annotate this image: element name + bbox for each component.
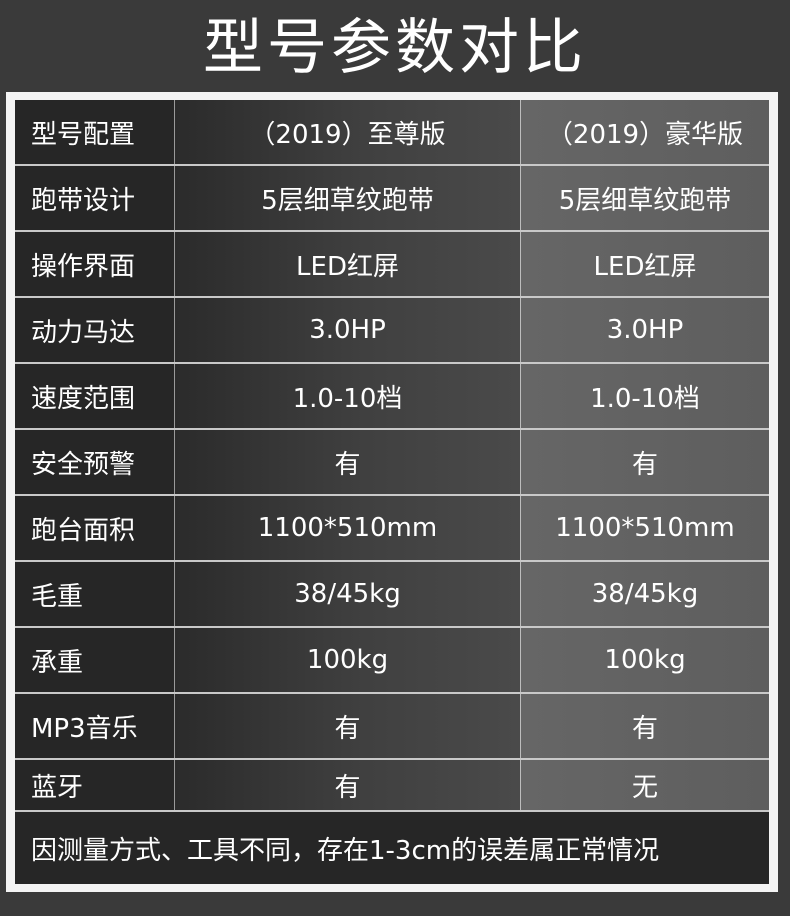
value-supreme: 1.0-10档 — [175, 364, 521, 428]
table-row-belt: 跑带设计 5层细草纹跑带 5层细草纹跑带 — [15, 166, 769, 230]
row-label: 跑带设计 — [15, 166, 175, 230]
row-label: 蓝牙 — [15, 760, 175, 810]
row-label: 毛重 — [15, 562, 175, 626]
comparison-frame: 型号配置 （2019）至尊版 （2019）豪华版 跑带设计 5层细草纹跑带 5层… — [6, 92, 778, 892]
row-label: 承重 — [15, 628, 175, 692]
table-row-interface: 操作界面 LED红屏 LED红屏 — [15, 232, 769, 296]
table-row-load: 承重 100kg 100kg — [15, 628, 769, 692]
table-row-model: 型号配置 （2019）至尊版 （2019）豪华版 — [15, 100, 769, 164]
table-row-motor: 动力马达 3.0HP 3.0HP — [15, 298, 769, 362]
row-label: 型号配置 — [15, 100, 175, 164]
value-deluxe: 100kg — [521, 628, 769, 692]
value-supreme: （2019）至尊版 — [175, 100, 521, 164]
value-deluxe: LED红屏 — [521, 232, 769, 296]
value-supreme: 1100*510mm — [175, 496, 521, 560]
row-label: MP3音乐 — [15, 694, 175, 758]
row-label: 操作界面 — [15, 232, 175, 296]
value-deluxe: 有 — [521, 694, 769, 758]
row-label: 跑台面积 — [15, 496, 175, 560]
table-row-area: 跑台面积 1100*510mm 1100*510mm — [15, 496, 769, 560]
table-row-mp3: MP3音乐 有 有 — [15, 694, 769, 758]
value-supreme: 有 — [175, 760, 521, 810]
value-supreme: 38/45kg — [175, 562, 521, 626]
comparison-table: 型号配置 （2019）至尊版 （2019）豪华版 跑带设计 5层细草纹跑带 5层… — [15, 100, 769, 884]
value-deluxe: 38/45kg — [521, 562, 769, 626]
table-row-weight: 毛重 38/45kg 38/45kg — [15, 562, 769, 626]
value-deluxe: 无 — [521, 760, 769, 810]
row-label: 安全预警 — [15, 430, 175, 494]
row-label: 速度范围 — [15, 364, 175, 428]
row-label: 动力马达 — [15, 298, 175, 362]
value-deluxe: 3.0HP — [521, 298, 769, 362]
table-row-speed: 速度范围 1.0-10档 1.0-10档 — [15, 364, 769, 428]
value-deluxe: 1.0-10档 — [521, 364, 769, 428]
value-deluxe: （2019）豪华版 — [521, 100, 769, 164]
measurement-note: 因测量方式、工具不同，存在1-3cm的误差属正常情况 — [15, 812, 769, 884]
value-deluxe: 1100*510mm — [521, 496, 769, 560]
value-supreme: 100kg — [175, 628, 521, 692]
table-row-bluetooth: 蓝牙 有 无 — [15, 760, 769, 810]
value-supreme: 有 — [175, 694, 521, 758]
value-supreme: 5层细草纹跑带 — [175, 166, 521, 230]
value-deluxe: 5层细草纹跑带 — [521, 166, 769, 230]
table-row-safety: 安全预警 有 有 — [15, 430, 769, 494]
value-supreme: LED红屏 — [175, 232, 521, 296]
value-deluxe: 有 — [521, 430, 769, 494]
value-supreme: 3.0HP — [175, 298, 521, 362]
page-title: 型号参数对比 — [203, 13, 587, 83]
value-supreme: 有 — [175, 430, 521, 494]
